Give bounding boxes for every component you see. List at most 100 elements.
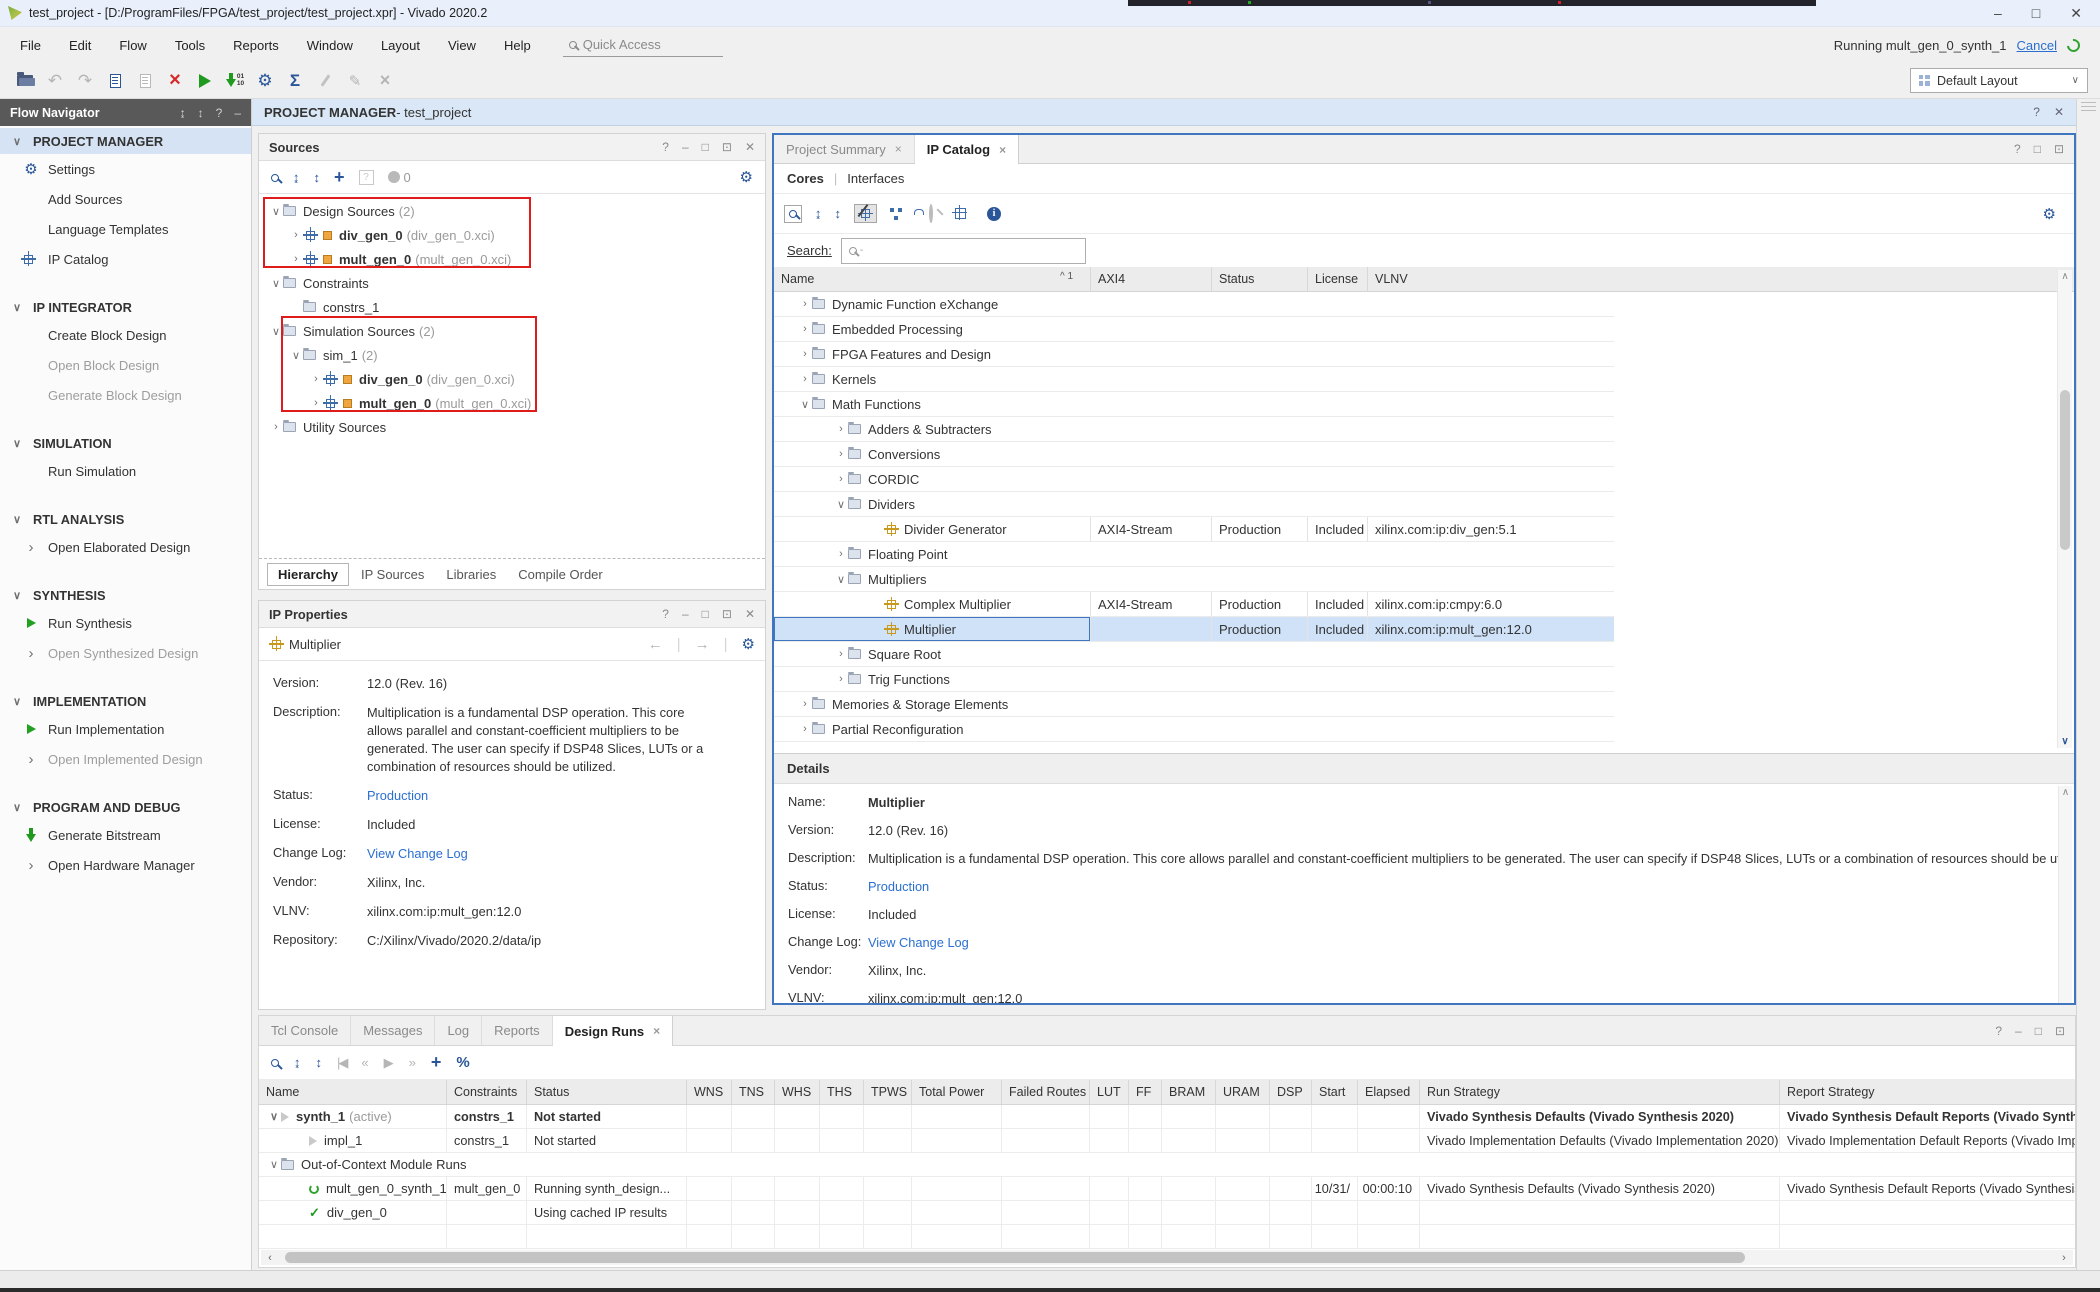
column-header-report-strategy[interactable]: Report Strategy — [1779, 1080, 2075, 1104]
ip-catalog-row-partial-reconfiguration[interactable]: ›Partial Reconfiguration — [774, 717, 1614, 742]
save-icon[interactable] — [102, 68, 128, 94]
chevron-down-icon[interactable]: ∨ — [834, 573, 848, 586]
chevron-right-icon[interactable]: › — [834, 423, 848, 435]
scroll-right-icon[interactable]: › — [2055, 1252, 2073, 1264]
flownav-item-create-block-design[interactable]: Create Block Design — [0, 320, 251, 350]
menu-item-view[interactable]: View — [434, 32, 490, 58]
step-forward-icon[interactable]: » — [409, 1055, 416, 1070]
tab-log[interactable]: Log — [435, 1016, 482, 1045]
maximize-panel-icon[interactable]: □ — [702, 607, 709, 621]
maximize-panel-icon[interactable]: □ — [702, 140, 709, 154]
horizontal-scrollbar[interactable]: ‹ › — [261, 1250, 2073, 1265]
column-header-ff[interactable]: FF — [1128, 1080, 1161, 1104]
flownav-item-generate-block-design[interactable]: Generate Block Design — [0, 380, 251, 410]
tab-project-summary[interactable]: Project Summary× — [774, 135, 915, 163]
column-header-uram[interactable]: URAM — [1215, 1080, 1269, 1104]
flownav-item-language-templates[interactable]: Language Templates — [0, 214, 251, 244]
column-header-elapsed[interactable]: Elapsed — [1357, 1080, 1419, 1104]
scroll-up-icon[interactable]: ∧ — [2059, 787, 2072, 798]
chevron-down-icon[interactable]: ∨ — [269, 325, 283, 338]
chevron-right-icon[interactable]: › — [289, 229, 303, 241]
layout-selector[interactable]: Default Layout ∨ — [1910, 68, 2088, 93]
column-header-dsp[interactable]: DSP — [1269, 1080, 1311, 1104]
scroll-up-icon[interactable]: ∧ — [2058, 271, 2072, 282]
subnav-cores[interactable]: Cores — [787, 171, 824, 186]
delete-icon[interactable]: × — [162, 68, 188, 94]
chevron-right-icon[interactable]: › — [834, 448, 848, 460]
tab-design-runs[interactable]: Design Runs× — [553, 1016, 673, 1046]
close-icon[interactable]: ✕ — [2054, 105, 2064, 119]
flownav-item-settings[interactable]: ⚙Settings — [0, 154, 251, 184]
open-project-icon[interactable] — [12, 68, 38, 94]
chevron-right-icon[interactable]: › — [798, 373, 812, 385]
filter-ip-icon[interactable] — [854, 204, 877, 223]
column-header-ths[interactable]: THS — [819, 1080, 863, 1104]
ip-catalog-row-dividers[interactable]: ∨Dividers — [774, 492, 1614, 517]
ip-catalog-row-floating-point[interactable]: ›Floating Point — [774, 542, 1614, 567]
chevron-right-icon[interactable]: › — [834, 473, 848, 485]
menu-item-layout[interactable]: Layout — [367, 32, 434, 58]
menu-item-reports[interactable]: Reports — [219, 32, 293, 58]
chevron-down-icon[interactable]: ∨ — [267, 1110, 281, 1123]
report-sum-icon[interactable]: Σ — [282, 68, 308, 94]
menu-item-edit[interactable]: Edit — [55, 32, 105, 58]
unhighlight-icon[interactable]: × — [372, 68, 398, 94]
flownav-item-open-block-design[interactable]: Open Block Design — [0, 350, 251, 380]
flownav-item-open-elaborated-design[interactable]: ›Open Elaborated Design — [0, 532, 251, 562]
collapse-all-icon[interactable]: ↨ — [293, 170, 300, 185]
tab-hierarchy[interactable]: Hierarchy — [267, 563, 349, 586]
sources-tree-item-simulation-sources[interactable]: ∨Simulation Sources (2) — [259, 319, 765, 343]
add-sources-icon[interactable]: + — [334, 167, 345, 188]
add-ip-icon[interactable] — [890, 207, 903, 220]
help-icon[interactable]: ? — [1995, 1024, 2002, 1038]
percent-icon[interactable]: % — [456, 1054, 469, 1071]
flownav-item-run-synthesis[interactable]: Run Synthesis — [0, 608, 251, 638]
help-icon[interactable]: ? — [2033, 105, 2040, 119]
undo-icon[interactable]: ↶ — [42, 68, 68, 94]
chevron-down-icon[interactable]: ∨ — [798, 398, 812, 411]
info-icon[interactable]: i — [987, 207, 1001, 221]
collapse-all-icon[interactable]: ↨ — [815, 206, 822, 221]
chevron-down-icon[interactable]: ∨ — [834, 498, 848, 511]
tab-libraries[interactable]: Libraries — [436, 564, 506, 585]
forward-arrow-icon[interactable]: → — [695, 636, 710, 653]
details-scrollbar[interactable]: ∧ — [2058, 786, 2072, 1003]
help-icon[interactable]: ? — [216, 106, 223, 120]
flownav-section-rtl-analysis[interactable]: ∨RTL ANALYSIS — [0, 506, 251, 532]
tab-reports[interactable]: Reports — [482, 1016, 553, 1045]
minimize-panel-icon[interactable]: – — [234, 106, 241, 120]
menu-item-tools[interactable]: Tools — [161, 32, 219, 58]
ip-catalog-row-square-root[interactable]: ›Square Root — [774, 642, 1614, 667]
cancel-run-link[interactable]: Cancel — [2017, 38, 2057, 53]
ip-catalog-row-math-functions[interactable]: ∨Math Functions — [774, 392, 1614, 417]
flownav-item-generate-bitstream[interactable]: Generate Bitstream — [0, 820, 251, 850]
sources-tree-item-utility-sources[interactable]: ›Utility Sources — [259, 415, 765, 439]
close-icon[interactable]: ✕ — [2070, 5, 2082, 22]
float-panel-icon[interactable]: ⊡ — [2054, 142, 2064, 156]
ip-properties-field-value[interactable]: Production — [367, 787, 428, 805]
flownav-item-add-sources[interactable]: Add Sources — [0, 184, 251, 214]
sources-tree-item-mult-gen-0[interactable]: ›mult_gen_0 (mult_gen_0.xci) — [259, 391, 765, 415]
sources-tree-item-design-sources[interactable]: ∨Design Sources (2) — [259, 199, 765, 223]
design-run-row-synth-1[interactable]: ∨synth_1 (active)constrs_1Not startedViv… — [259, 1105, 2075, 1129]
close-tab-icon[interactable]: × — [999, 143, 1006, 157]
tab-compile-order[interactable]: Compile Order — [508, 564, 613, 585]
play-run-icon[interactable]: ▶ — [384, 1055, 394, 1071]
sources-tree-item-constraints[interactable]: ∨Constraints — [259, 271, 765, 295]
chevron-right-icon[interactable]: › — [309, 397, 323, 409]
scroll-down-icon[interactable]: ∨ — [2058, 736, 2072, 747]
chevron-right-icon[interactable]: › — [798, 348, 812, 360]
flownav-section-implementation[interactable]: ∨IMPLEMENTATION — [0, 688, 251, 714]
chevron-right-icon[interactable]: › — [798, 323, 812, 335]
design-run-row-mult-gen-0-synth-1[interactable]: mult_gen_0_synth_1mult_gen_0Running synt… — [259, 1177, 2075, 1201]
maximize-panel-icon[interactable]: □ — [2034, 142, 2041, 156]
license-key-icon[interactable] — [929, 206, 939, 221]
expand-all-icon[interactable]: ↕ — [835, 206, 842, 221]
subnav-interfaces[interactable]: Interfaces — [847, 171, 904, 186]
gear-icon[interactable]: ⚙ — [740, 168, 753, 186]
gear-icon[interactable]: ⚙ — [2043, 205, 2064, 223]
column-header-run-strategy[interactable]: Run Strategy — [1419, 1080, 1779, 1104]
chevron-right-icon[interactable]: › — [798, 298, 812, 310]
flownav-item-open-implemented-design[interactable]: ›Open Implemented Design — [0, 744, 251, 774]
flownav-item-run-implementation[interactable]: Run Implementation — [0, 714, 251, 744]
